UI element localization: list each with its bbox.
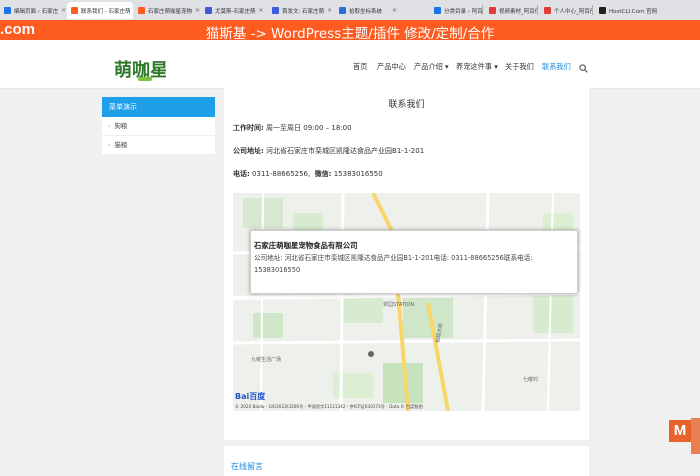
page-title: 联系我们 (388, 100, 425, 110)
tab-favicon-icon (205, 7, 212, 14)
map-canvas[interactable]: 翠园STATION 九曜生活广场 裕翔大街 七曜村 Bai百度 © 2024 B… (233, 193, 580, 411)
baidu-logo: Bai百度 (235, 391, 266, 401)
baidu-map[interactable]: 翠园STATION 九曜生活广场 裕翔大街 七曜村 Bai百度 © 2024 B… (233, 193, 580, 411)
tab-label: HostCLI.Com 官网 (609, 8, 658, 15)
company-address: 公司地址: 河北省石家庄市栾城区凯隆达食品产业园B1-1-201 (233, 146, 424, 156)
close-icon[interactable]: ✕ (324, 7, 332, 14)
watermark-logo-strip (691, 418, 700, 454)
tab-label: 首发文: 石家庄萌 (282, 8, 325, 15)
map-info-window[interactable]: 石家庄萌咖星宠物食品有限公司 公司地址: 河北省石家庄市栾城区凯隆达食品产业园B… (250, 230, 578, 294)
promo-banner[interactable]: .com 猫斯基 -> WordPress主题/插件 修改/定制/合作 (0, 20, 700, 42)
tab-favicon-icon (339, 7, 346, 14)
close-icon[interactable]: ✕ (256, 7, 264, 14)
close-icon[interactable]: ✕ (192, 7, 200, 14)
browser-tab[interactable]: 视频素材_阿百传媒 (485, 2, 537, 19)
contact-phone: 电话: 0311-88665256, 微信: 15383016550 (233, 169, 383, 179)
close-icon[interactable]: ✕ (389, 7, 397, 14)
chevron-right-icon: › (108, 123, 111, 130)
info-window-title: 石家庄萌咖星宠物食品有限公司 (254, 241, 358, 250)
map-label-plaza: 九曜生活广场 (251, 356, 281, 363)
wechat-value: 15383016550 (331, 170, 383, 178)
business-hours: 工作时间: 周一至周日 09:00 – 18:00 (233, 123, 352, 133)
sidebar-title: 菜单演示 (102, 97, 215, 117)
close-icon[interactable]: ✕ (130, 7, 133, 14)
map-label-station: 翠园STATION (383, 302, 414, 308)
tab-label: 编辑页面 ‹ 石家庄 (14, 8, 59, 15)
browser-tab[interactable]: 分类目录 ‹ 阿百传 (430, 2, 482, 19)
hours-label: 工作时间: (233, 124, 264, 132)
address-value: 河北省石家庄市栾城区凯隆达食品产业园B1-1-201 (263, 147, 425, 155)
tab-favicon-icon (599, 7, 606, 14)
site-header (0, 40, 700, 89)
nav-item-pet-care[interactable]: 养宠这件事 ▾ (456, 62, 498, 72)
nav-item-products[interactable]: 产品中心 (377, 62, 406, 72)
info-window-body: 公司地址: 河北省石家庄市栾城区凯隆达食品产业园B1-1-201电话: 0311… (254, 254, 533, 274)
map-copyright: © 2024 Baidu - GS(2023)3206号 - 甲测资字11111… (235, 403, 423, 410)
wechat-label: 微信: (314, 170, 332, 178)
nav-item-home[interactable]: 首页 (353, 62, 367, 72)
tab-favicon-icon (4, 7, 11, 14)
close-icon[interactable]: ✕ (58, 7, 66, 14)
nav-item-about[interactable]: 关于我们 (505, 62, 534, 72)
tab-label: 石家庄萌咖星宠物 (148, 8, 193, 15)
search-icon[interactable] (579, 64, 588, 73)
tab-label: 尤莫斯-石家庄萌 (215, 8, 256, 15)
sidebar-menu: 菜单演示 › 狗粮 › 猫粮 (102, 97, 215, 155)
tab-favicon-icon (434, 7, 441, 14)
watermark-logo-icon: M (669, 420, 691, 442)
nav-item-contact[interactable]: 联系我们 (542, 62, 571, 72)
browser-tab[interactable]: 编辑页面 ‹ 石家庄 ✕ (0, 2, 66, 19)
address-label: 公司地址: (233, 147, 264, 155)
tab-separator (592, 5, 593, 15)
tab-favicon-icon (272, 7, 279, 14)
tab-label: 个人中心_阿百传媒 (554, 8, 592, 15)
hours-value: 周一至周日 09:00 – 18:00 (263, 124, 352, 132)
tab-favicon-icon (489, 7, 496, 14)
message-card (224, 446, 589, 476)
browser-tab[interactable]: 尤莫斯-石家庄萌 ✕ (201, 2, 267, 19)
tab-separator (537, 5, 538, 15)
tab-favicon-icon (71, 7, 78, 14)
tab-label: 联系我们 - 石家庄萌 (81, 8, 131, 15)
message-card-title: 在线留言 (231, 462, 263, 471)
banner-title: 猫斯基 -> WordPress主题/插件 修改/定制/合作 (205, 26, 495, 42)
map-label-village: 七曜村 (523, 376, 538, 383)
sidebar-item-label: 狗粮 (114, 122, 128, 130)
browser-tab[interactable]: HostCLI.Com 官网 (595, 2, 700, 19)
browser-tab-strip: 编辑页面 ‹ 石家庄 ✕ 联系我们 - 石家庄萌 ✕ 石家庄萌咖星宠物 ✕ 尤莫… (0, 0, 700, 20)
browser-tab[interactable]: 拾取坐标系统 ✕ (335, 2, 401, 19)
phone-value: 0311-88665256, (249, 170, 311, 178)
tab-favicon-icon (138, 7, 145, 14)
tab-separator (482, 5, 483, 15)
nav-item-product-intro[interactable]: 产品介绍 ▾ (414, 62, 449, 72)
chevron-right-icon: › (108, 142, 111, 149)
tab-label: 分类目录 ‹ 阿百传 (444, 8, 482, 15)
browser-tab[interactable]: 石家庄萌咖星宠物 ✕ (134, 2, 200, 19)
browser-tab[interactable]: 首发文: 石家庄萌 ✕ (268, 2, 334, 19)
phone-label: 电话: (233, 170, 250, 178)
site-logo[interactable]: 萌咖星 (114, 57, 166, 83)
browser-tab-active[interactable]: 联系我们 - 石家庄萌 ✕ (67, 2, 133, 19)
sidebar-item-label: 猫粮 (114, 141, 128, 149)
tab-label: 拾取坐标系统 (349, 8, 383, 15)
browser-tab[interactable]: 个人中心_阿百传媒 (540, 2, 592, 19)
tab-label: 视频素材_阿百传媒 (499, 8, 537, 15)
sidebar-item-cat-food[interactable]: › 猫粮 (102, 136, 215, 155)
tab-favicon-icon (544, 7, 551, 14)
sidebar-item-dog-food[interactable]: › 狗粮 (102, 117, 215, 136)
